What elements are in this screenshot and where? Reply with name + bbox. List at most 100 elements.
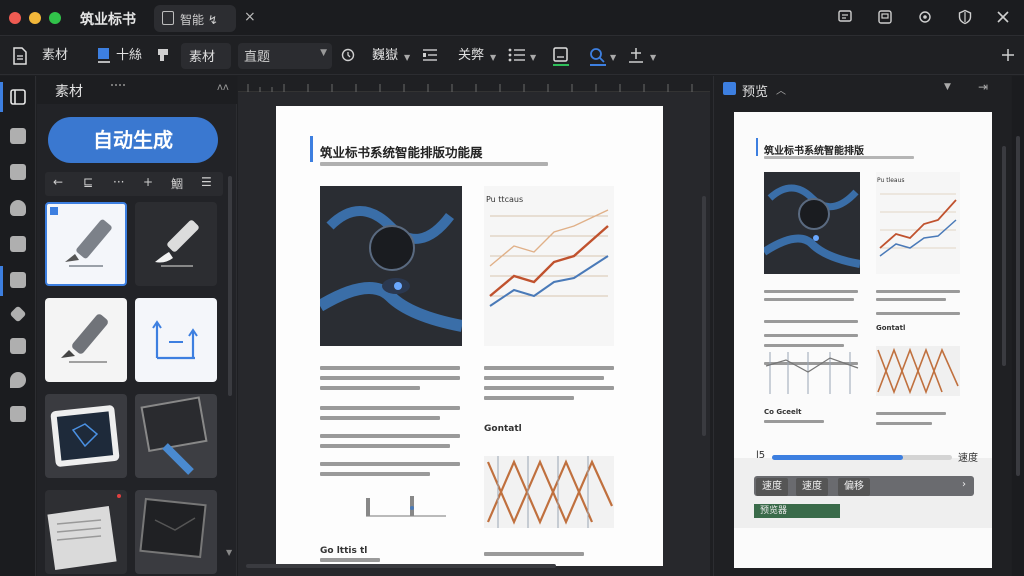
rail-pen-icon[interactable] (10, 128, 26, 144)
progress-track[interactable] (772, 455, 952, 460)
style-select[interactable]: 直题 ▼ (238, 43, 332, 69)
text-line (764, 334, 858, 337)
list-view-icon[interactable]: ☰ (201, 175, 212, 189)
rail-tag-icon[interactable] (9, 305, 27, 323)
close-window-button[interactable] (9, 12, 21, 24)
text-line (764, 290, 858, 293)
message-icon[interactable] (836, 9, 854, 27)
more-icon[interactable]: ··· (113, 175, 124, 189)
rail-active-indicator (0, 82, 3, 112)
layout-menu[interactable]: 巍嶽 (372, 45, 398, 67)
extra-menu[interactable]: 关弊 (458, 45, 484, 67)
rail-tools-icon[interactable] (10, 236, 26, 252)
text-line (876, 290, 960, 293)
align-icon[interactable] (422, 47, 438, 63)
rail-heart-icon[interactable] (10, 200, 26, 216)
bottom-chip[interactable]: 预览器 (754, 504, 840, 518)
horizontal-ruler (238, 76, 710, 92)
right-scrollbar[interactable] (1016, 136, 1020, 476)
chip-next-icon[interactable]: › (962, 479, 966, 490)
preview-section-label: Gontatl (876, 324, 906, 332)
progress-end-label: 速度 (958, 453, 978, 464)
list-icon[interactable] (508, 47, 525, 63)
chip-speed[interactable]: 速度 (756, 478, 788, 496)
close-tab-button[interactable]: × (244, 9, 256, 25)
material-thumb-tablet[interactable] (45, 394, 127, 478)
material-menu[interactable]: 素材 (42, 45, 68, 67)
rail-location-icon[interactable] (10, 372, 26, 388)
preview-scrollbar[interactable] (1002, 146, 1006, 366)
settings-icon[interactable] (916, 9, 934, 27)
text-line (484, 366, 614, 370)
refresh-icon[interactable] (340, 47, 356, 63)
grid-view-icon[interactable]: 鯝 (171, 175, 183, 192)
chevron-down-icon: ▼ (610, 53, 617, 62)
canvas-horizontal-scrollbar[interactable] (246, 564, 556, 568)
preview-header: 预览 ︿ ▼ ⇥ (714, 76, 1012, 102)
chip-offset[interactable]: 偏移 (838, 478, 870, 496)
filter-icon[interactable]: ⊑ (83, 175, 93, 189)
rail-document-icon[interactable] (10, 164, 26, 180)
subtitle-line (320, 162, 548, 166)
document-tab[interactable]: 智能 ↯ (154, 5, 236, 32)
preview-footer-label: Co Gceelt (764, 408, 802, 416)
text-line (876, 298, 946, 301)
material-thumb-papers[interactable] (45, 490, 127, 574)
font-menu[interactable]: 十絲 (116, 45, 142, 67)
file-icon[interactable] (12, 47, 28, 65)
auto-generate-button[interactable]: 自动生成 (48, 117, 218, 163)
text-line (484, 376, 604, 380)
rail-layout-icon[interactable] (9, 88, 27, 110)
material-scrollbar[interactable] (228, 176, 232, 396)
document-footer-label: Go lttis tl (320, 546, 368, 556)
material-thumb-axis[interactable] (135, 298, 217, 382)
scroll-down-icon[interactable]: ▼ (226, 548, 232, 557)
shield-icon[interactable] (956, 9, 974, 27)
panel-collapse-icon[interactable]: ᴧᴧ (217, 82, 229, 93)
document-chart: Pu ttcaus (484, 186, 614, 346)
search-icon[interactable] (589, 47, 606, 66)
app-title: 筑业标书 (80, 12, 136, 28)
chevron-up-icon[interactable]: ︿ (776, 82, 786, 97)
font-icon (96, 47, 112, 63)
document-page[interactable]: 筑业标书系统智能排版功能展 Pu ttcaus Gontatl Go lttis… (276, 106, 663, 566)
popout-icon[interactable]: ⇥ (978, 80, 988, 94)
export-icon[interactable] (876, 9, 894, 27)
document-title: 筑业标书系统智能排版功能展 (320, 145, 483, 160)
minimize-window-button[interactable] (29, 12, 41, 24)
preview-title: 预览 (742, 85, 769, 100)
preview-doc-title: 筑业标书系统智能排版 (764, 146, 864, 157)
material-thumb-marker[interactable] (45, 298, 127, 382)
rail-comment-icon[interactable] (10, 338, 26, 354)
page-style-icon[interactable] (552, 47, 569, 66)
material-thumb-pen[interactable] (45, 202, 127, 286)
maximize-window-button[interactable] (49, 12, 61, 24)
add-material-icon[interactable]: + (143, 175, 153, 189)
document-figure (484, 456, 614, 528)
text-line (320, 462, 460, 466)
text-line (876, 312, 960, 315)
text-line (320, 406, 460, 410)
chip-speed-2[interactable]: 速度 (796, 478, 828, 496)
back-icon[interactable]: ← (53, 175, 63, 189)
panel-menu-icon[interactable] (111, 84, 125, 92)
anchor-icon[interactable] (628, 47, 644, 63)
text-line (320, 472, 430, 476)
rail-material-icon[interactable] (10, 272, 26, 288)
material-thumb-screen[interactable] (135, 490, 217, 574)
material-thumb-board[interactable] (135, 394, 217, 478)
add-icon[interactable] (1000, 47, 1016, 63)
text-line (484, 552, 584, 556)
material-box[interactable]: 素材 (181, 43, 231, 69)
style-select-value: 直题 (244, 50, 271, 65)
right-edge-strip (1012, 76, 1024, 576)
canvas-scrollbar[interactable] (702, 196, 706, 436)
dropdown-icon[interactable]: ▼ (944, 82, 951, 92)
chevron-down-icon: ▼ (530, 53, 537, 62)
material-thumb-brush[interactable] (135, 202, 217, 286)
progress-label: l5 (756, 450, 766, 461)
close-icon[interactable] (994, 9, 1012, 27)
rail-file-icon[interactable] (10, 406, 26, 422)
brush-icon[interactable] (156, 47, 172, 63)
text-line (320, 366, 460, 370)
